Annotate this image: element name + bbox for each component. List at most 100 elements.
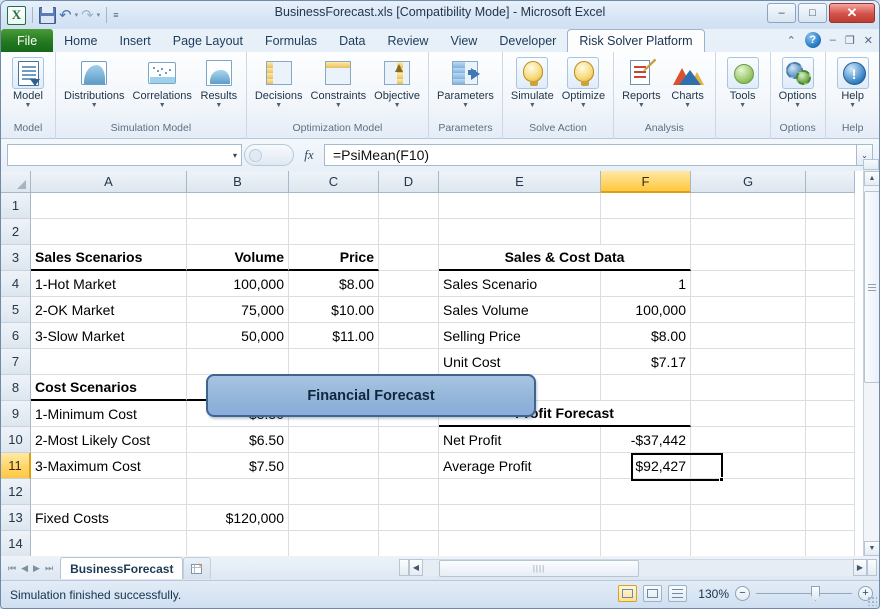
minimize-button[interactable]: – [767, 3, 796, 23]
grid-cell[interactable] [439, 531, 601, 557]
grid-cell[interactable] [289, 531, 379, 557]
grid-cell[interactable] [691, 297, 806, 323]
grid-cell-value[interactable]: Average Profit [439, 453, 601, 479]
grid-cell-value[interactable]: Price [289, 245, 379, 271]
prev-sheet-icon[interactable]: ◀ [21, 563, 28, 574]
grid-cell[interactable] [289, 479, 379, 505]
grid-cell[interactable] [601, 193, 691, 219]
row-header-12[interactable]: 12 [1, 479, 31, 505]
scroll-right-button[interactable]: ▶ [853, 559, 867, 576]
grid-cell-value[interactable]: $92,427 [601, 453, 691, 479]
grid-cell[interactable] [187, 349, 289, 375]
column-header-blank[interactable] [806, 171, 855, 193]
chevron-down-icon[interactable]: ▼ [529, 102, 536, 109]
last-sheet-icon[interactable]: ⏭ [45, 563, 53, 574]
zoom-out-button[interactable]: − [735, 586, 750, 601]
chevron-down-icon[interactable]: ▼ [739, 102, 746, 109]
grid-cell-value[interactable]: 75,000 [187, 297, 289, 323]
grid-cell[interactable] [691, 193, 806, 219]
grid-cell[interactable] [601, 505, 691, 531]
tab-risk-solver-platform[interactable]: Risk Solver Platform [567, 29, 705, 52]
grid-cell[interactable] [601, 531, 691, 557]
grid-cell-value[interactable]: Net Profit [439, 427, 601, 453]
grid-cell-value[interactable]: $10.00 [289, 297, 379, 323]
grid-cell-value[interactable]: -$37,442 [601, 427, 691, 453]
grid-cell-value[interactable]: Selling Price [439, 323, 601, 349]
grid-cell-value[interactable]: Volume [187, 245, 289, 271]
grid-cell-value[interactable]: 50,000 [187, 323, 289, 349]
grid-cell[interactable] [439, 219, 601, 245]
grid-cell-value[interactable]: $120,000 [187, 505, 289, 531]
grid-cell[interactable] [187, 219, 289, 245]
grid-cell[interactable] [691, 349, 806, 375]
formula-input[interactable]: =PsiMean(F10) [324, 144, 856, 166]
select-all-button[interactable] [1, 171, 31, 193]
grid-cell[interactable] [601, 219, 691, 245]
tab-view[interactable]: View [439, 30, 488, 52]
chevron-down-icon[interactable]: ▼ [638, 102, 645, 109]
name-box[interactable]: ▾ [7, 144, 242, 166]
grid-cell-value[interactable]: $11.00 [289, 323, 379, 349]
formula-bar-buttons[interactable] [244, 144, 294, 166]
scroll-down-button[interactable]: ▼ [864, 541, 879, 556]
grid-cell[interactable] [439, 193, 601, 219]
chevron-down-icon[interactable]: ▼ [684, 102, 691, 109]
column-header-D[interactable]: D [379, 171, 439, 193]
grid-cell-value[interactable]: 1-Minimum Cost [31, 401, 187, 427]
tab-home[interactable]: Home [53, 30, 108, 52]
workbook-minimize-icon[interactable]: – [830, 34, 836, 46]
grid-cell[interactable] [187, 531, 289, 557]
grid-cell[interactable] [379, 505, 439, 531]
grid-cell-value[interactable]: 2-OK Market [31, 297, 187, 323]
ribbon-button-options[interactable]: Options ▼ [775, 54, 821, 121]
page-layout-view-icon[interactable] [643, 585, 662, 602]
grid-cell[interactable] [806, 219, 855, 245]
chevron-down-icon[interactable]: ▼ [849, 102, 856, 109]
row-header-11[interactable]: 11 [1, 453, 31, 479]
grid-cell-value[interactable]: 3-Maximum Cost [31, 453, 187, 479]
row-header-1[interactable]: 1 [1, 193, 31, 219]
collapse-ribbon-icon[interactable]: ⌃ [787, 34, 796, 47]
column-header-B[interactable]: B [187, 171, 289, 193]
tab-data[interactable]: Data [328, 30, 376, 52]
grid-cell[interactable] [601, 375, 691, 401]
grid-cell-value[interactable]: 2-Most Likely Cost [31, 427, 187, 453]
grid-cell-value[interactable]: $8.00 [289, 271, 379, 297]
grid-cell-value[interactable]: Unit Cost [439, 349, 601, 375]
grid-cell-value[interactable]: Sales Volume [439, 297, 601, 323]
chevron-down-icon[interactable]: ▼ [394, 102, 401, 109]
row-header-14[interactable]: 14 [1, 531, 31, 557]
grid-cell-value[interactable]: $8.00 [601, 323, 691, 349]
ribbon-button-help[interactable]: ! Help ▼ [830, 54, 876, 121]
chevron-down-icon[interactable]: ▼ [462, 102, 469, 109]
grid-cell[interactable] [691, 453, 806, 479]
split-box[interactable] [863, 159, 879, 170]
grid-cell[interactable] [379, 219, 439, 245]
chevron-down-icon[interactable]: ▼ [215, 102, 222, 109]
ribbon-button-correlations[interactable]: Correlations ▼ [129, 54, 196, 121]
grid-cell[interactable] [691, 427, 806, 453]
ribbon-button-tools[interactable]: Tools ▼ [720, 54, 766, 121]
sheet-tab-businessforecast[interactable]: BusinessForecast [60, 557, 184, 579]
grid-cell[interactable] [379, 427, 439, 453]
workbook-restore-icon[interactable]: ❐ [845, 34, 855, 47]
grid-cell-value[interactable]: $7.17 [601, 349, 691, 375]
grid-cell[interactable] [806, 505, 855, 531]
ribbon-button-parameters[interactable]: Parameters ▼ [433, 54, 498, 121]
grid-cell-value[interactable]: 3-Slow Market [31, 323, 187, 349]
fill-handle[interactable] [719, 477, 724, 482]
grid-cell-value[interactable]: Cost Scenarios [31, 375, 187, 401]
first-sheet-icon[interactable]: ⏮ [8, 563, 16, 574]
grid-cell[interactable] [439, 505, 601, 531]
row-header-4[interactable]: 4 [1, 271, 31, 297]
tab-page-layout[interactable]: Page Layout [162, 30, 254, 52]
grid-cell[interactable] [691, 505, 806, 531]
grid-cell[interactable] [806, 323, 855, 349]
grid-cell[interactable] [187, 193, 289, 219]
row-header-9[interactable]: 9 [1, 401, 31, 427]
grid-cell-value[interactable]: Sales & Cost Data [439, 245, 691, 271]
grid-cell[interactable] [379, 349, 439, 375]
tab-insert[interactable]: Insert [109, 30, 162, 52]
tab-developer[interactable]: Developer [488, 30, 567, 52]
grid-cell[interactable] [31, 531, 187, 557]
